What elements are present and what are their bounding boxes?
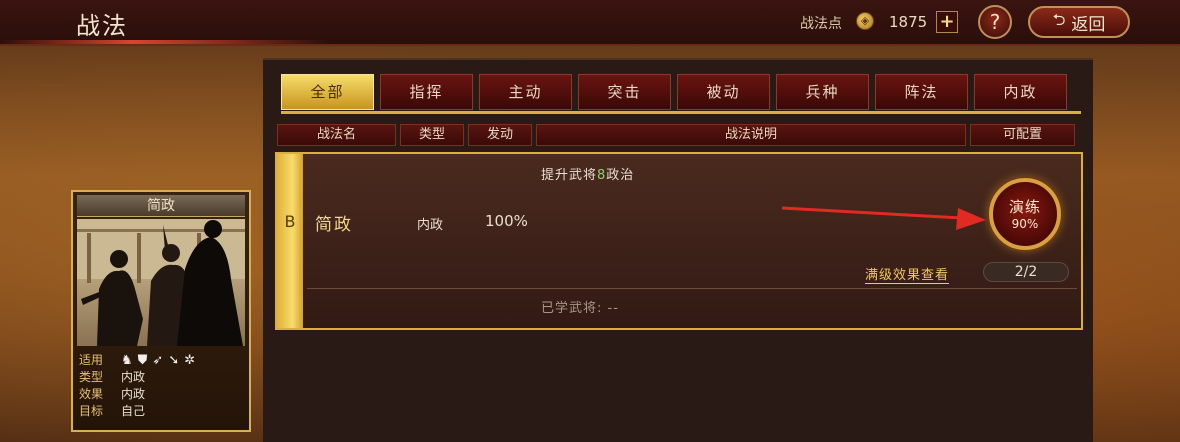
tab-all[interactable]: 全部 (281, 74, 374, 110)
back-button[interactable]: ⮌ 返回 (1028, 6, 1130, 38)
info-row-target: 目标 自己 (79, 403, 195, 420)
max-level-effect-link[interactable]: 满级效果查看 (865, 264, 950, 284)
back-arrow-icon: ⮌ (1052, 9, 1066, 29)
learned-generals: 已学武将: -- (541, 301, 619, 316)
coin-icon: ◈ (856, 12, 874, 30)
tab-command[interactable]: 指挥 (380, 74, 473, 110)
info-key: 目标 (79, 404, 104, 418)
top-bar: 战法 战法点 ◈ 1875 + ? ⮌ 返回 (0, 0, 1180, 46)
silhouette-figures-image (77, 219, 245, 346)
skill-type: 内政 (417, 218, 444, 233)
shield-icon: ⛊ (137, 353, 148, 368)
skill-trigger-rate: 100% (485, 212, 528, 230)
column-configurable[interactable]: 可配置 (970, 124, 1075, 146)
skill-level: 2/2 (983, 262, 1069, 282)
wheel-icon: ✲ (184, 353, 196, 368)
column-header: 战法名 类型 发动 战法说明 可配置 (277, 124, 1083, 146)
card-skill-name: 简政 (77, 195, 245, 217)
info-row-applicable: 适用 ♞ ⛊ ➶ ➘ ✲ (79, 352, 195, 369)
info-key: 类型 (79, 370, 104, 384)
info-value: 内政 (121, 370, 146, 384)
info-value: 自己 (121, 404, 146, 418)
skill-points-label: 战法点 (800, 16, 842, 32)
tab-assault[interactable]: 突击 (578, 74, 671, 110)
column-trigger[interactable]: 发动 (468, 124, 532, 146)
spear-icon: ➘ (168, 353, 180, 368)
skill-points-value: 1875 (889, 13, 928, 31)
skill-row[interactable]: B 提升武将8政治 简政 内政 100% 演练 90% 满级效果查看 2/2 已… (275, 152, 1083, 330)
add-points-button[interactable]: + (936, 11, 958, 33)
skill-card: 简政 适用 ♞ ⛊ ➶ ➘ ✲ 类型 内政 效果 内政 目标 自己 (71, 190, 251, 432)
column-description: 战法说明 (536, 124, 966, 146)
info-key: 适用 (79, 353, 104, 367)
train-button[interactable]: 演练 90% (989, 178, 1061, 250)
info-row-type: 类型 内政 (79, 369, 195, 386)
train-progress: 90% (1011, 217, 1039, 231)
info-key: 效果 (79, 387, 104, 401)
column-skill-name[interactable]: 战法名 (277, 124, 396, 146)
cavalry-icon: ♞ (121, 353, 133, 368)
category-tab-bar: 全部 指挥 主动 突击 被动 兵种 阵法 内政 (281, 74, 1081, 114)
card-artwork (77, 219, 245, 346)
info-value: 内政 (121, 387, 146, 401)
skill-description: 提升武将8政治 (541, 168, 635, 183)
tab-internal-affairs[interactable]: 内政 (974, 74, 1067, 110)
page-title: 战法 (76, 12, 128, 40)
help-button[interactable]: ? (978, 5, 1012, 39)
column-type[interactable]: 类型 (400, 124, 464, 146)
train-label: 演练 (1008, 198, 1041, 216)
tab-troop-type[interactable]: 兵种 (776, 74, 869, 110)
skill-list-panel: 全部 指挥 主动 突击 被动 兵种 阵法 内政 战法名 类型 发动 战法说明 可… (263, 58, 1093, 442)
card-info: 适用 ♞ ⛊ ➶ ➘ ✲ 类型 内政 效果 内政 目标 自己 (79, 352, 195, 420)
tab-passive[interactable]: 被动 (677, 74, 770, 110)
back-label: 返回 (1071, 14, 1106, 35)
title-accent-line (0, 40, 330, 44)
bow-icon: ➶ (152, 353, 164, 368)
skill-name: 简政 (315, 215, 353, 235)
row-divider (307, 288, 1077, 289)
info-row-effect: 效果 内政 (79, 386, 195, 403)
tab-active[interactable]: 主动 (479, 74, 572, 110)
unit-icons: ♞ ⛊ ➶ ➘ ✲ (121, 352, 195, 369)
grade-badge: B (277, 154, 303, 328)
annotation-arrow-icon (781, 206, 986, 230)
tab-formation[interactable]: 阵法 (875, 74, 968, 110)
